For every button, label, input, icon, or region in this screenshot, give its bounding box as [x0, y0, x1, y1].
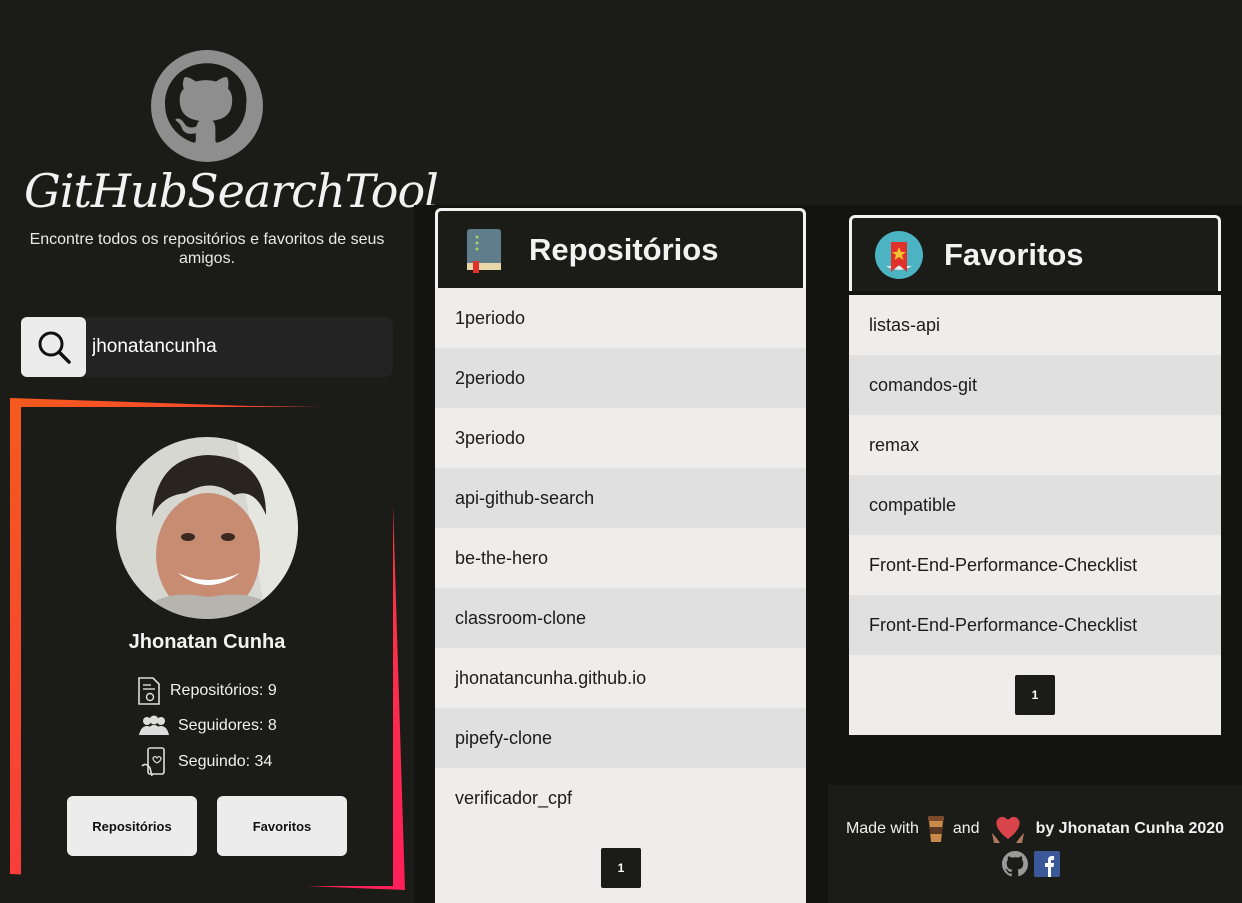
stat-followers: Seguidores: 8	[138, 715, 277, 737]
stat-following: Seguindo: 34	[140, 746, 272, 778]
footer-made-with: Made with	[845, 820, 919, 837]
favorites-header: Favoritos	[849, 215, 1221, 291]
repo-item[interactable]: pipefy-clone	[435, 708, 806, 768]
bookmark-icon	[875, 230, 923, 279]
book-icon	[467, 228, 501, 273]
repo-item[interactable]: verificador_cpf	[435, 768, 806, 828]
stat-following-label: Seguindo: 34	[178, 753, 273, 770]
facebook-icon[interactable]	[1034, 851, 1060, 877]
favorites-title: Favoritos	[944, 236, 1084, 272]
favorite-item[interactable]: listas-api	[849, 295, 1221, 355]
search-button[interactable]	[21, 317, 86, 377]
repo-item[interactable]: 2periodo	[435, 348, 806, 408]
footer-social-links	[1002, 851, 1060, 877]
profile-name: Jhonatan Cunha	[128, 631, 286, 653]
github-logo-icon	[151, 50, 263, 162]
footer-author: by Jhonatan Cunha 2020	[1035, 820, 1225, 837]
left-panel: GitHubSearchTool Encontre todos os repos…	[0, 0, 439, 903]
favorite-item[interactable]: compatible	[849, 475, 1221, 535]
repo-item[interactable]: jhonatancunha.github.io	[435, 648, 806, 708]
search-input[interactable]	[92, 336, 382, 358]
search-icon	[38, 331, 71, 364]
document-icon	[138, 677, 160, 705]
stat-repos-label: Repositórios: 9	[170, 682, 277, 699]
favorite-item[interactable]: Front-End-Performance-Checklist	[849, 595, 1221, 655]
repo-item[interactable]: 1periodo	[435, 288, 806, 348]
github-icon[interactable]	[1002, 851, 1028, 877]
footer: Made with and by Jhonatan Cunha 2020	[828, 785, 1242, 903]
stat-repos: Repositórios: 9	[136, 676, 277, 706]
profile-card: Jhonatan Cunha Repositórios: 9 Seguidore…	[21, 407, 393, 886]
coffee-icon	[927, 816, 944, 842]
search-bar	[21, 317, 393, 377]
heart-hands-icon	[991, 816, 1024, 843]
brand-tagline: Encontre todos os repositórios e favorit…	[29, 231, 385, 267]
repositories-header: Repositórios	[435, 208, 806, 288]
phone-icon	[141, 747, 165, 777]
repo-item[interactable]: be-the-hero	[435, 528, 806, 588]
users-icon	[139, 715, 169, 735]
footer-credits: Made with and by Jhonatan Cunha 2020	[828, 813, 1242, 845]
repositories-page-button[interactable]: 1	[601, 848, 641, 888]
favorites-page-button[interactable]: 1	[1015, 675, 1055, 715]
repo-item[interactable]: api-github-search	[435, 468, 806, 528]
repo-item[interactable]: 3periodo	[435, 408, 806, 468]
favorite-item[interactable]: Front-End-Performance-Checklist	[849, 535, 1221, 595]
favorites-button[interactable]: Favoritos	[217, 796, 347, 856]
stat-followers-label: Seguidores: 8	[178, 717, 277, 734]
repos-button[interactable]: Repositórios	[67, 796, 197, 856]
repo-item[interactable]: classroom-clone	[435, 588, 806, 648]
favorite-item[interactable]: remax	[849, 415, 1221, 475]
avatar	[116, 437, 298, 619]
favorite-item[interactable]: comandos-git	[849, 355, 1221, 415]
brand-title: GitHubSearchTool	[24, 164, 439, 218]
repositories-title: Repositórios	[529, 231, 719, 267]
footer-and: and	[952, 820, 980, 837]
